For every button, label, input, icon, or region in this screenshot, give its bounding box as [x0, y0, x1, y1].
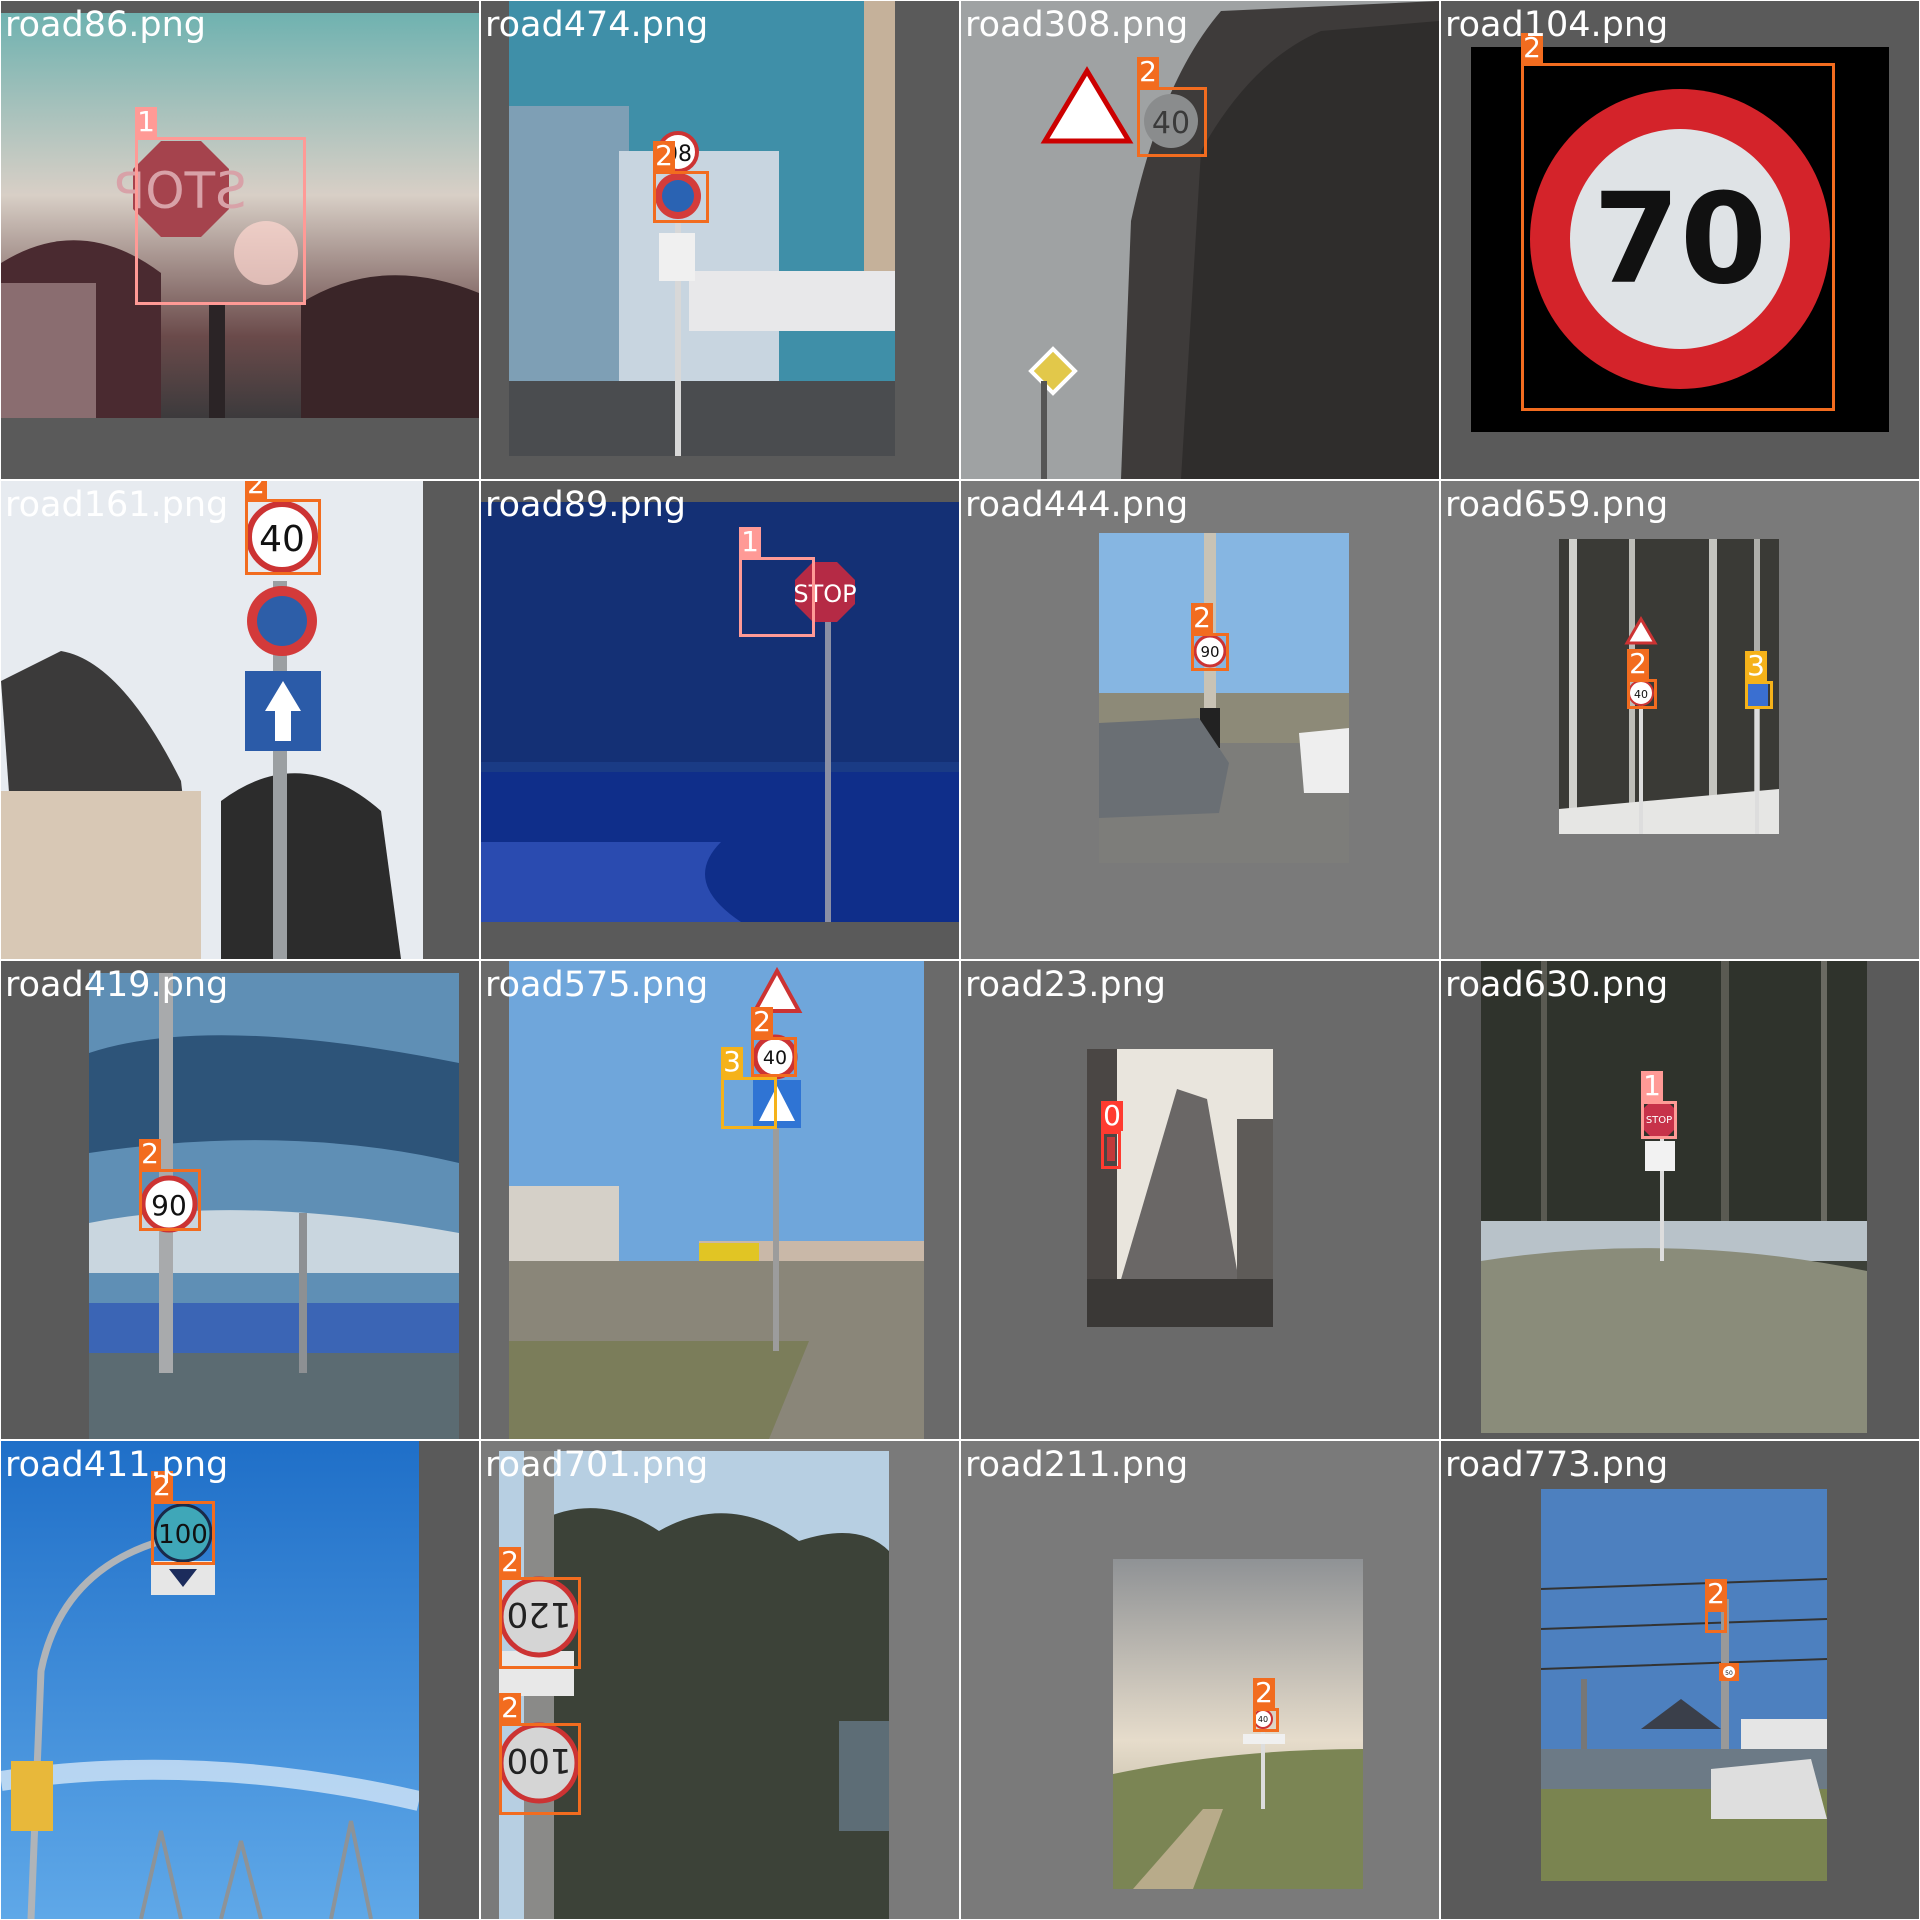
image-filename: road89.png [485, 485, 686, 525]
tile-road474[interactable]: 08 2 road474.png [481, 1, 959, 479]
tile-road211[interactable]: 40 2 road211.png [961, 1441, 1439, 1919]
image-road575: 40 [509, 961, 924, 1439]
class-label: 3 [1745, 651, 1767, 681]
image-filename: road474.png [485, 5, 709, 45]
tile-road575[interactable]: 40 2 3 road575.png [481, 961, 959, 1439]
tile-road104[interactable]: 70 2 road104.png [1441, 1, 1919, 479]
detection-box[interactable]: 2 [499, 1547, 581, 1669]
image-filename: road308.png [965, 5, 1189, 45]
class-label: 2 [1191, 603, 1213, 633]
tile-road444[interactable]: 90 2 road444.png [961, 481, 1439, 959]
image-filename: road444.png [965, 485, 1189, 525]
image-road89: STOP [481, 502, 959, 922]
detection-box[interactable]: 2 [653, 141, 709, 223]
image-filename: road104.png [1445, 5, 1669, 45]
detection-box[interactable]: 2 [1521, 33, 1835, 411]
tile-road308[interactable]: 40 2 road308.png [961, 1, 1439, 479]
detection-box[interactable]: 2 [151, 1471, 215, 1565]
image-filename: road23.png [965, 965, 1166, 1005]
image-filename: road161.png [5, 485, 229, 525]
image-road308: 40 [961, 1, 1439, 479]
image-filename: road411.png [5, 1445, 229, 1485]
tile-road161[interactable]: 40 2 road161.png [1, 481, 479, 959]
class-label: 2 [1137, 57, 1159, 87]
image-road630: STOP [1481, 961, 1867, 1433]
image-filename: road419.png [5, 965, 229, 1005]
tile-road411[interactable]: 100 2 road411.png [1, 1441, 479, 1919]
image-filename: road773.png [1445, 1445, 1669, 1485]
class-label: 2 [1627, 649, 1649, 679]
class-label: 2 [1705, 1579, 1727, 1609]
class-label: 1 [1641, 1071, 1663, 1101]
image-filename: road86.png [5, 5, 206, 45]
tile-road659[interactable]: 40 2 3 road659.png [1441, 481, 1919, 959]
detection-box[interactable]: 2 [1253, 1678, 1279, 1732]
tile-road23[interactable]: 0 road23.png [961, 961, 1439, 1439]
class-label: 2 [1253, 1678, 1275, 1708]
detection-box[interactable]: 2 [1627, 649, 1657, 709]
class-label: 2 [499, 1547, 521, 1577]
tile-road701[interactable]: 120 100 2 2 road701.png [481, 1441, 959, 1919]
image-road444: 90 [1099, 533, 1349, 863]
detection-box[interactable]: 0 [1101, 1101, 1123, 1169]
tile-road419[interactable]: 90 2 road419.png [1, 961, 479, 1439]
image-filename: road659.png [1445, 485, 1669, 525]
class-label: 3 [721, 1047, 743, 1077]
class-label: 1 [135, 107, 157, 137]
detection-mosaic: STOP 1 road86.png 08 2 road474.png 40 2 … [0, 0, 1920, 1920]
class-label: 0 [1101, 1101, 1123, 1131]
image-filename: road701.png [485, 1445, 709, 1485]
image-road161: 40 [1, 481, 423, 959]
image-road773: 50 [1541, 1489, 1827, 1881]
image-road474: 08 [509, 1, 895, 456]
detection-box[interactable]: 2 [1191, 603, 1229, 671]
detection-box[interactable]: 3 [721, 1047, 777, 1129]
class-label: 2 [653, 141, 675, 171]
image-road211: 40 [1113, 1559, 1363, 1889]
detection-box[interactable]: 2 [1137, 57, 1207, 157]
tile-road773[interactable]: 50 2 road773.png [1441, 1441, 1919, 1919]
detection-box[interactable]: 2 [245, 481, 321, 575]
class-label: 2 [751, 1007, 773, 1037]
detection-box[interactable]: 1 [135, 107, 306, 305]
detection-box[interactable]: 2 [499, 1693, 581, 1815]
sign-text: 50 [1725, 1670, 1733, 1677]
tile-road89[interactable]: STOP 1 road89.png [481, 481, 959, 959]
detection-box[interactable]: 1 [1641, 1071, 1677, 1139]
detection-box[interactable]: 1 [739, 527, 815, 637]
detection-box[interactable]: 2 [1705, 1579, 1727, 1633]
detection-box[interactable]: 2 [751, 1007, 797, 1077]
image-filename: road575.png [485, 965, 709, 1005]
class-label: 2 [139, 1139, 161, 1169]
tile-road630[interactable]: STOP 1 road630.png [1441, 961, 1919, 1439]
detection-box[interactable]: 3 [1745, 651, 1773, 709]
class-label: 2 [499, 1693, 521, 1723]
image-road23 [1087, 1049, 1273, 1327]
class-label: 1 [739, 527, 761, 557]
image-road701: 120 100 [499, 1451, 889, 1919]
class-label: 2 [245, 481, 267, 499]
image-filename: road630.png [1445, 965, 1669, 1005]
tile-road86[interactable]: STOP 1 road86.png [1, 1, 479, 479]
image-filename: road211.png [965, 1445, 1189, 1485]
detection-box[interactable]: 2 [139, 1139, 201, 1231]
